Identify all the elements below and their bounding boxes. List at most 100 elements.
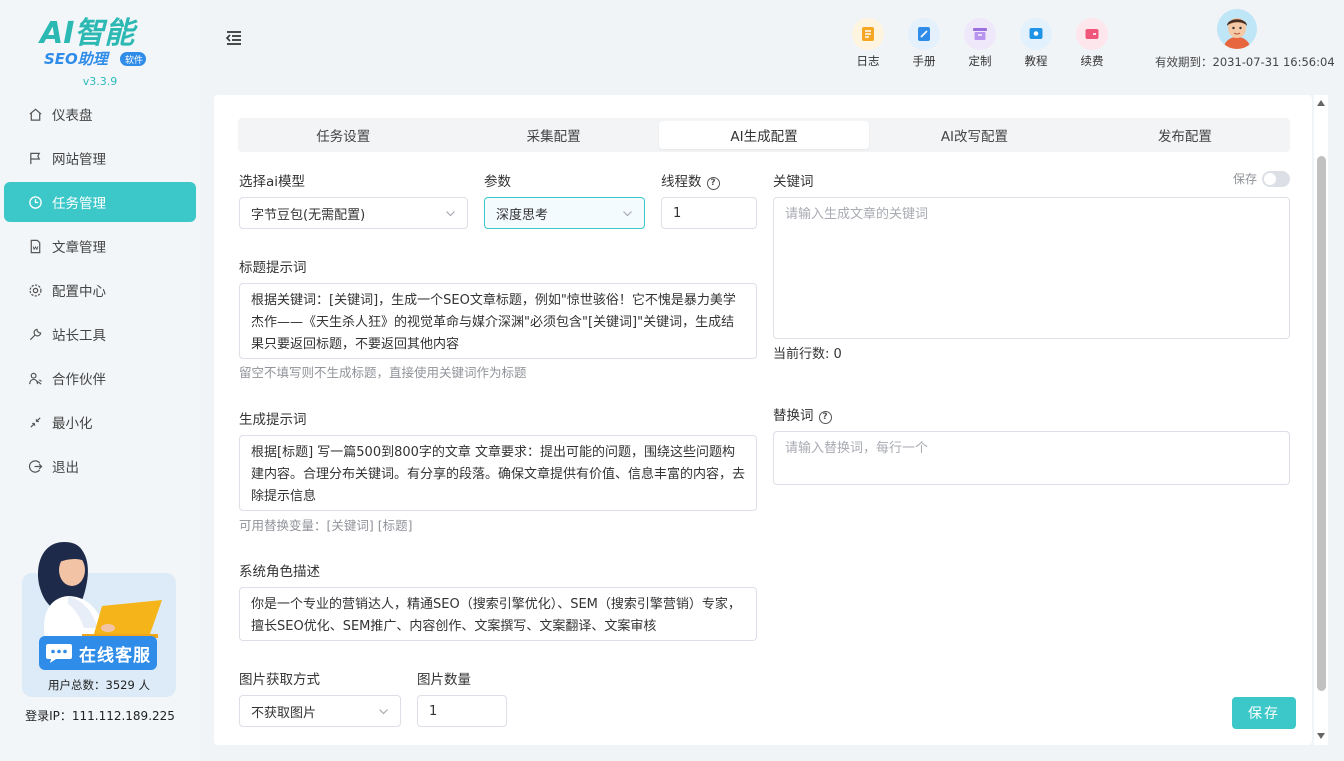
customer-service-illustration — [22, 536, 182, 646]
sidebar-item-label: 仪表盘 — [52, 108, 93, 124]
scrollbar-thumb[interactable] — [1317, 156, 1326, 691]
log-label: 日志 — [856, 54, 880, 68]
save-button[interactable]: 保存 — [1232, 697, 1296, 729]
sidebar-item-label: 配置中心 — [52, 284, 106, 300]
sidebar-item-label: 退出 — [52, 460, 79, 476]
sidebar-item-articles[interactable]: 文章管理 — [4, 226, 196, 266]
tab-collect-config[interactable]: 采集配置 — [448, 118, 658, 152]
image-count-input[interactable]: 1 — [417, 695, 507, 727]
line-count: 当前行数: 0 — [773, 347, 842, 362]
replace-textarea[interactable]: 请输入替换词，每行一个 — [773, 431, 1290, 485]
sidebar-item-label: 网站管理 — [52, 152, 106, 168]
manual-icon — [908, 18, 940, 50]
minimize-icon — [26, 413, 44, 431]
clock-icon — [26, 193, 44, 211]
tab-task-settings[interactable]: 任务设置 — [238, 118, 448, 152]
help-icon[interactable]: ? — [706, 177, 720, 190]
partner-icon — [26, 369, 44, 387]
threads-label-wrap: 线程数? — [661, 170, 720, 190]
gen-prompt-hint: 可用替换变量：[关键词] [标题] — [239, 518, 413, 533]
custom-label: 定制 — [968, 54, 992, 68]
sidebar-item-tools[interactable]: 站长工具 — [4, 314, 196, 354]
keywords-label: 关键词 — [773, 174, 814, 190]
chevron-down-icon — [446, 211, 455, 217]
help-icon[interactable]: ? — [818, 411, 832, 424]
sidebar-item-minimize[interactable]: 最小化 — [4, 402, 196, 442]
custom-button[interactable]: 定制 — [960, 18, 1000, 69]
svg-text:软件: 软件 — [125, 54, 143, 66]
renew-label: 续费 — [1080, 54, 1104, 68]
online-service-label: 在线客服 — [79, 645, 151, 666]
gear-icon — [26, 281, 44, 299]
renew-button[interactable]: 续费 — [1072, 18, 1112, 69]
tab-ai-generate-config[interactable]: AI生成配置 — [658, 121, 870, 149]
sidebar-item-label: 任务管理 — [52, 196, 106, 212]
tab-ai-rewrite-config[interactable]: AI改写配置 — [869, 118, 1079, 152]
user-avatar[interactable] — [1217, 9, 1257, 49]
threads-input[interactable]: 1 — [661, 197, 757, 229]
config-tabs: 任务设置 采集配置 AI生成配置 AI改写配置 发布配置 — [238, 118, 1290, 152]
role-textarea[interactable]: 你是一个专业的营销达人，精通SEO（搜索引擎优化）、SEM（搜索引擎营销）专家，… — [239, 587, 757, 641]
param-select-value: 深度思考 — [496, 207, 549, 223]
sidebar-item-logout[interactable]: 退出 — [4, 446, 196, 486]
title-prompt-hint: 留空不填写则不生成标题，直接使用关键词作为标题 — [239, 365, 527, 380]
title-prompt-textarea[interactable]: 根据关键词：[关键词]，生成一个SEO文章标题，例如"惊世骇俗！它不愧是暴力美学… — [239, 283, 757, 359]
user-count: 用户总数：3529 人 — [48, 678, 150, 692]
chat-bubble-icon — [46, 644, 72, 663]
svg-text:SEO助理: SEO助理 — [44, 50, 111, 68]
threads-label: 线程数 — [661, 174, 702, 190]
gen-prompt-label: 生成提示词 — [239, 412, 307, 428]
custom-icon — [964, 18, 996, 50]
flag-icon — [26, 149, 44, 167]
login-ip: 登录IP：111.112.189.225 — [25, 709, 175, 723]
log-button[interactable]: 日志 — [848, 18, 888, 69]
main-panel — [214, 95, 1312, 745]
tab-publish-config[interactable]: 发布配置 — [1080, 118, 1290, 152]
tutorial-icon — [1020, 18, 1052, 50]
image-method-select[interactable]: 不获取图片 — [239, 695, 401, 727]
param-select[interactable]: 深度思考 — [484, 197, 645, 229]
sidebar-nav: 仪表盘 网站管理 任务管理 文章管理 配置中心 站长工具 合作伙伴 最小化 退出 — [0, 94, 200, 490]
model-select[interactable]: 字节豆包(无需配置) — [239, 197, 468, 229]
sidebar-item-label: 最小化 — [52, 416, 93, 432]
svg-text:AI智能: AI智能 — [38, 16, 138, 51]
sidebar-item-sites[interactable]: 网站管理 — [4, 138, 196, 178]
expiry-date: 有效期到：2031-07-31 16:56:04 — [1155, 55, 1335, 69]
tutorial-button[interactable]: 教程 — [1016, 18, 1056, 69]
keep-keywords-toggle[interactable] — [1262, 170, 1291, 187]
scroll-up-icon[interactable] — [1317, 100, 1325, 106]
sidebar-item-label: 文章管理 — [52, 240, 106, 256]
sidebar-item-label: 合作伙伴 — [52, 372, 106, 388]
sidebar-item-dashboard[interactable]: 仪表盘 — [4, 94, 196, 134]
manual-button[interactable]: 手册 — [904, 18, 944, 69]
home-icon — [26, 105, 44, 123]
chevron-down-icon — [379, 709, 388, 715]
app-logo: AI智能 SEO助理 软件 — [38, 10, 162, 72]
log-icon — [852, 18, 884, 50]
keywords-textarea[interactable]: 请输入生成文章的关键词 — [773, 197, 1290, 339]
menu-fold-icon — [225, 31, 241, 45]
app-version: v3.3.9 — [82, 75, 118, 88]
online-service-button[interactable]: 在线客服 — [39, 636, 157, 670]
logout-icon — [26, 457, 44, 475]
tutorial-label: 教程 — [1024, 54, 1048, 68]
sidebar-item-tasks[interactable]: 任务管理 — [4, 182, 196, 222]
scroll-down-icon[interactable] — [1317, 733, 1325, 739]
param-label: 参数 — [484, 174, 511, 190]
collapse-menu-button[interactable] — [224, 29, 244, 47]
document-icon — [26, 237, 44, 255]
sidebar: AI智能 SEO助理 软件 v3.3.9 仪表盘 网站管理 任务管理 文章管理 … — [0, 0, 200, 761]
chevron-down-icon — [623, 211, 632, 217]
gen-prompt-textarea[interactable]: 根据[标题] 写一篇500到800字的文章 文章要求：提出可能的问题，围绕这些问… — [239, 435, 757, 511]
keep-keywords-label: 保存 — [1233, 172, 1258, 186]
image-count-label: 图片数量 — [417, 672, 471, 688]
model-label: 选择ai模型 — [239, 174, 306, 190]
replace-label: 替换词 — [773, 408, 814, 424]
image-method-label: 图片获取方式 — [239, 672, 320, 688]
keep-keywords-toggle-wrap: 保存 — [1233, 170, 1291, 187]
image-method-value: 不获取图片 — [251, 705, 317, 721]
sidebar-item-config[interactable]: 配置中心 — [4, 270, 196, 310]
role-label: 系统角色描述 — [239, 564, 320, 580]
sidebar-item-partners[interactable]: 合作伙伴 — [4, 358, 196, 398]
model-select-value: 字节豆包(无需配置) — [251, 207, 366, 223]
